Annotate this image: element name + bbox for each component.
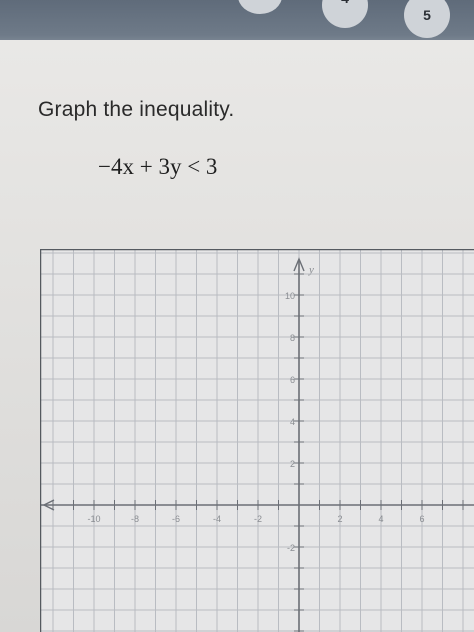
y-tick-label: -2 (287, 543, 295, 553)
y-tick-label: 6 (290, 375, 295, 385)
grid-background (40, 249, 474, 632)
x-tick-label: 6 (419, 514, 424, 524)
x-tick-label: -4 (213, 514, 221, 524)
y-axis-label: y (308, 264, 314, 276)
y-tick-label: 2 (290, 459, 295, 469)
x-tick-label: 2 (337, 514, 342, 524)
step-label: 5 (423, 7, 431, 23)
coordinate-grid[interactable]: y 10 8 6 4 2 -2 -10 -8 -6 -4 -2 2 4 6 (40, 249, 474, 632)
x-tick-label: -6 (172, 514, 180, 524)
graph-area[interactable]: y 10 8 6 4 2 -2 -10 -8 -6 -4 -2 2 4 6 (40, 249, 474, 632)
x-tick-label: -8 (131, 514, 139, 524)
question-prompt: Graph the inequality. (38, 98, 235, 121)
x-tick-label: 4 (378, 514, 383, 524)
step-label: 4 (341, 0, 349, 6)
y-tick-label: 10 (285, 291, 295, 301)
step-indicator-3[interactable] (238, 0, 282, 14)
step-indicator-4[interactable]: 4 (322, 0, 368, 28)
x-tick-label: -10 (87, 514, 100, 524)
step-indicator-5[interactable]: 5 (404, 0, 450, 38)
inequality-expression: −4x + 3y < 3 (98, 154, 218, 179)
x-tick-label: -2 (254, 514, 262, 524)
y-tick-label: 8 (290, 333, 295, 343)
y-tick-label: 4 (290, 417, 295, 427)
